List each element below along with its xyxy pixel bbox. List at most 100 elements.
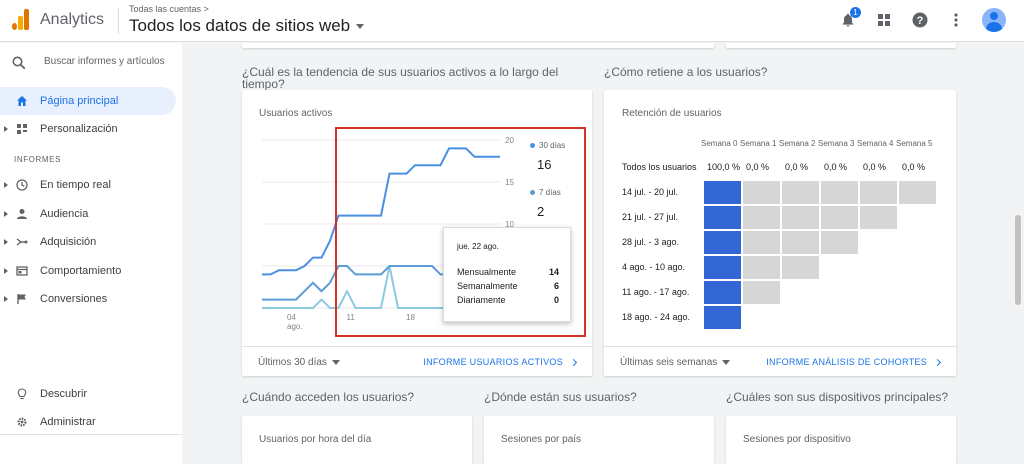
- retention-cell[interactable]: [821, 181, 858, 204]
- nav-audience[interactable]: Audiencia: [0, 200, 176, 228]
- notifications-button[interactable]: 1: [838, 7, 861, 30]
- caret-down-icon: [331, 360, 340, 365]
- nav-admin-label: Administrar: [40, 416, 96, 428]
- left-nav: Página principal Personalización INFORME…: [0, 43, 182, 464]
- expand-arrow-icon[interactable]: [4, 211, 8, 217]
- clock-icon: [16, 179, 28, 191]
- active-users-report-link[interactable]: INFORME USUARIOS ACTIVOS: [423, 357, 578, 367]
- active-users-question: ¿Cuál es la tendencia de sus usuarios ac…: [242, 65, 559, 91]
- apps-button[interactable]: [874, 10, 894, 30]
- retention-row-label: 28 jul. - 3 ago.: [622, 237, 680, 247]
- scrollbar-thumb[interactable]: [1015, 215, 1021, 305]
- retention-row-label: 4 ago. - 10 ago.: [622, 262, 686, 272]
- search-box[interactable]: [0, 51, 182, 77]
- account-avatar[interactable]: [982, 8, 1006, 32]
- legend-30-days-value: 16: [537, 157, 552, 172]
- retention-cell[interactable]: [743, 181, 780, 204]
- property-selector[interactable]: Todos los datos de sitios web: [129, 16, 365, 36]
- nav-discover[interactable]: Descubrir: [0, 380, 176, 408]
- expand-arrow-icon[interactable]: [4, 268, 8, 274]
- legend-7-days-value: 2: [537, 204, 545, 219]
- header-divider: [118, 8, 119, 34]
- cohort-report-label: INFORME ANÁLISIS DE COHORTES: [766, 357, 927, 367]
- retention-cell[interactable]: [704, 181, 741, 204]
- tooltip-row-monthly: Mensualmente 14: [457, 267, 559, 277]
- cohort-report-link[interactable]: INFORME ANÁLISIS DE COHORTES: [766, 357, 942, 367]
- retention-total-value: 0,0 %: [824, 162, 848, 172]
- nav-conversions-label: Conversiones: [40, 293, 108, 305]
- nav-acquisition-label: Adquisición: [40, 236, 97, 248]
- legend-7-days[interactable]: 7 días: [530, 188, 561, 197]
- retention-cell[interactable]: [782, 206, 819, 229]
- retention-cell[interactable]: [704, 256, 741, 279]
- retention-card: Retención de usuarios Últimas seis seman…: [604, 90, 956, 376]
- account-breadcrumb[interactable]: Todas las cuentas >: [129, 4, 209, 14]
- search-icon: [12, 56, 26, 70]
- expand-arrow-icon[interactable]: [4, 126, 8, 132]
- nav-home-label: Página principal: [40, 95, 119, 107]
- retention-cell[interactable]: [899, 181, 936, 204]
- retention-cell[interactable]: [704, 231, 741, 254]
- help-icon: ?: [912, 12, 928, 28]
- retention-cell[interactable]: [743, 206, 780, 229]
- retention-cell[interactable]: [704, 206, 741, 229]
- retention-cell[interactable]: [821, 206, 858, 229]
- date-range-dropdown[interactable]: Últimos 30 días: [258, 357, 340, 368]
- top-app-bar: Analytics Todas las cuentas > Todos los …: [0, 0, 1024, 42]
- legend-30-days-dot: [530, 143, 535, 148]
- retention-cell[interactable]: [860, 181, 897, 204]
- retention-row-label: 18 ago. - 24 ago.: [622, 312, 691, 322]
- gear-icon: [17, 417, 27, 427]
- nav-customization[interactable]: Personalización: [0, 115, 176, 143]
- acquisition-icon: [16, 238, 28, 246]
- retention-row-label: 11 ago. - 17 ago.: [622, 287, 690, 297]
- active-users-report-label: INFORME USUARIOS ACTIVOS: [423, 357, 563, 367]
- retention-range-dropdown[interactable]: Últimas seis semanas: [620, 357, 731, 368]
- retention-week-header: Semana 0: [701, 139, 738, 148]
- legend-30-days[interactable]: 30 días: [530, 141, 565, 150]
- retention-cell[interactable]: [782, 181, 819, 204]
- nav-behavior[interactable]: Comportamiento: [0, 257, 176, 285]
- retention-question: ¿Cómo retiene a los usuarios?: [604, 65, 768, 79]
- nav-realtime-label: En tiempo real: [40, 179, 111, 191]
- retention-week-header: Semana 1: [740, 139, 777, 148]
- nav-audience-label: Audiencia: [40, 208, 89, 220]
- nav-acquisition[interactable]: Adquisición: [0, 228, 176, 256]
- nav-home[interactable]: Página principal: [0, 87, 176, 115]
- more-options-button[interactable]: [946, 10, 966, 30]
- person-icon: [17, 209, 27, 219]
- tooltip-label: Mensualmente: [457, 267, 517, 277]
- retention-cell[interactable]: [821, 231, 858, 254]
- lightbulb-icon: [17, 388, 27, 400]
- expand-arrow-icon[interactable]: [4, 239, 8, 245]
- analytics-logo[interactable]: [12, 8, 30, 30]
- retention-cell[interactable]: [704, 281, 741, 304]
- retention-cell[interactable]: [743, 231, 780, 254]
- retention-week-header: Semana 4: [857, 139, 894, 148]
- tooltip-value: 14: [548, 267, 559, 277]
- retention-total-label: Todos los usuarios: [622, 162, 697, 172]
- help-button[interactable]: ?: [910, 10, 930, 30]
- devices-card: Sesiones por dispositivo: [726, 416, 956, 464]
- page-scrollbar[interactable]: [1012, 43, 1024, 464]
- caret-down-icon: [722, 360, 731, 365]
- retention-total-value: 0,0 %: [902, 162, 926, 172]
- nav-discover-label: Descubrir: [40, 388, 88, 400]
- nav-customization-label: Personalización: [40, 123, 118, 135]
- retention-cell[interactable]: [860, 206, 897, 229]
- where-card-title: Sesiones por país: [501, 434, 582, 445]
- expand-arrow-icon[interactable]: [4, 182, 8, 188]
- notification-badge: 1: [850, 7, 861, 18]
- expand-arrow-icon[interactable]: [4, 296, 8, 302]
- retention-cell[interactable]: [782, 256, 819, 279]
- nav-conversions[interactable]: Conversiones: [0, 285, 176, 313]
- retention-cell[interactable]: [743, 281, 780, 304]
- retention-title: Retención de usuarios: [622, 108, 722, 119]
- retention-cell[interactable]: [782, 231, 819, 254]
- nav-admin[interactable]: Administrar: [0, 408, 176, 436]
- nav-realtime[interactable]: En tiempo real: [0, 171, 176, 199]
- retention-cell[interactable]: [743, 256, 780, 279]
- chart-tooltip: jue. 22 ago. Mensualmente 14 Semanalment…: [443, 227, 571, 322]
- retention-cell[interactable]: [704, 306, 741, 329]
- search-input[interactable]: [44, 56, 174, 67]
